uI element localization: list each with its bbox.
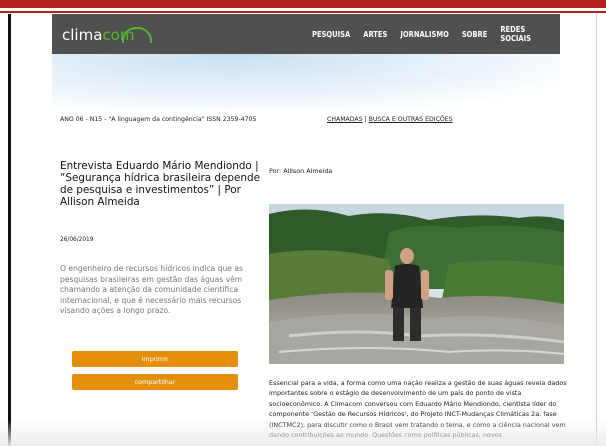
page-right-border: [596, 14, 597, 446]
nav-item-artes[interactable]: ARTES: [363, 30, 387, 39]
article-lead: O engenheiro de recursos hídricos indica…: [60, 264, 243, 316]
nav-item-jornalismo[interactable]: JORNALISMO: [400, 30, 448, 39]
chamadas-link[interactable]: CHAMADAS: [327, 116, 363, 123]
site-header: climacom PESQUISA ARTES JORNALISMO SOBRE…: [52, 14, 560, 54]
logo-signal-icon: [122, 27, 152, 43]
page-left-border: [8, 14, 11, 446]
print-button[interactable]: imprimir: [72, 351, 238, 367]
nav-item-pesquisa[interactable]: PESQUISA: [312, 30, 350, 39]
busca-link[interactable]: BUSCA E OUTRAS EDIÇÕES: [369, 116, 453, 123]
article-date: 26/06/2019: [60, 237, 94, 243]
article-author: Por: Allison Almeida: [269, 167, 333, 175]
main-nav: PESQUISA ARTES JORNALISMO SOBRE REDES SO…: [312, 14, 560, 54]
nav-item-sobre[interactable]: SOBRE: [462, 30, 488, 39]
article-photo: [269, 204, 564, 364]
header-banner-image: [52, 54, 560, 108]
top-red-bar: [0, 0, 606, 8]
site-logo[interactable]: climacom: [62, 26, 152, 44]
article-title: Entrevista Eduardo Mário Mendiondo | “Se…: [60, 160, 260, 208]
top-red-line: [0, 11, 606, 13]
issue-links: CHAMADAS | BUSCA E OUTRAS EDIÇÕES: [327, 116, 453, 123]
share-button[interactable]: compartilhar: [72, 374, 238, 390]
nav-item-redes-sociais[interactable]: REDES SOCIAIS: [500, 25, 547, 43]
bottom-fade: [0, 420, 606, 446]
logo-text-clima: clima: [62, 26, 103, 44]
issue-info: ANO 06 - N15 - "A linguagem da contingên…: [60, 116, 257, 123]
